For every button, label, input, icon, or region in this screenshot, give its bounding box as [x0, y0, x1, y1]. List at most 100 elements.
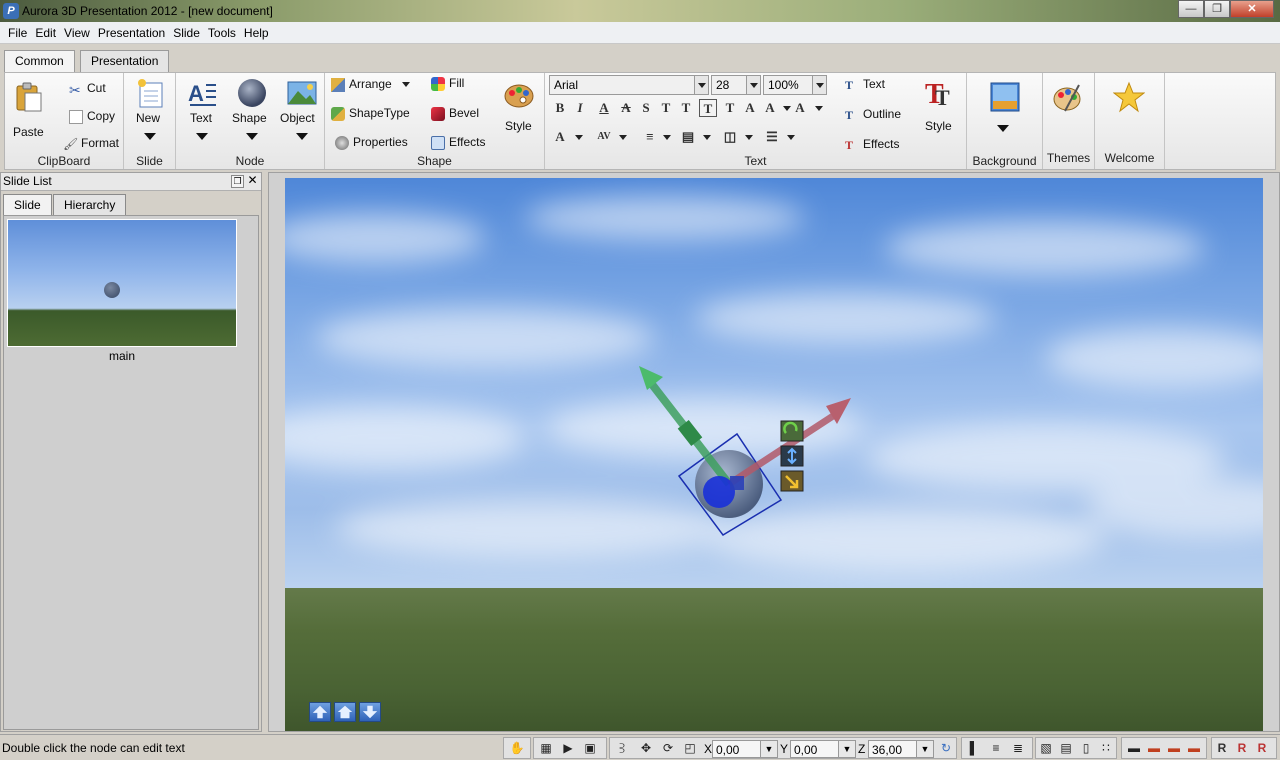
shadow-text-button[interactable]: S: [637, 99, 655, 117]
x-spin-button[interactable]: ▼: [760, 740, 778, 758]
menu-help[interactable]: Help: [240, 26, 273, 40]
properties-button[interactable]: Properties: [335, 135, 408, 150]
zoom-select[interactable]: 100%: [763, 75, 827, 95]
order-front-icon[interactable]: ▬: [1126, 740, 1142, 756]
subscript-button[interactable]: T: [677, 99, 695, 117]
char-spacing-button[interactable]: AV: [595, 128, 613, 146]
maximize-button[interactable]: ❐: [1204, 0, 1230, 18]
scale-icon[interactable]: ◰: [682, 740, 698, 756]
shape-style-button[interactable]: Style: [501, 77, 541, 137]
shapetype-button[interactable]: ShapeType: [331, 106, 410, 121]
3d-viewport[interactable]: [285, 178, 1263, 731]
shape-effects-button[interactable]: Effects: [431, 135, 485, 150]
minimize-button[interactable]: —: [1178, 0, 1204, 18]
y-spin-button[interactable]: ▼: [838, 740, 856, 758]
copy-button[interactable]: Copy: [69, 109, 115, 124]
menu-file[interactable]: File: [4, 26, 31, 40]
distribute-h-icon[interactable]: ▧: [1038, 740, 1054, 756]
chevron-down-icon[interactable]: [663, 135, 671, 140]
object-node-button[interactable]: Object: [280, 75, 324, 149]
superscript-button[interactable]: T: [657, 99, 675, 117]
transform-gizmo[interactable]: [285, 178, 1263, 731]
text-outline-button[interactable]: T Outline: [845, 107, 901, 122]
chevron-down-icon[interactable]: [619, 135, 627, 140]
menu-edit[interactable]: Edit: [31, 26, 60, 40]
tab-presentation[interactable]: Presentation: [80, 50, 170, 72]
z-spin-button[interactable]: ▼: [916, 740, 934, 758]
cut-button[interactable]: ✂ Cut: [69, 81, 106, 98]
text-case-button[interactable]: A: [741, 99, 759, 117]
columns-button[interactable]: ◫: [721, 128, 739, 146]
bevel-button[interactable]: Bevel: [431, 106, 479, 121]
hand-icon[interactable]: ✋: [509, 740, 525, 756]
chevron-down-icon[interactable]: [783, 106, 791, 111]
chevron-down-icon[interactable]: [787, 135, 795, 140]
center-icon[interactable]: ∷: [1098, 740, 1114, 756]
reset-rotation-icon[interactable]: R: [1234, 740, 1250, 756]
text-effects-button[interactable]: T Effects: [845, 137, 899, 152]
refresh-icon[interactable]: ↻: [938, 740, 954, 756]
line-spacing-button[interactable]: ≡: [641, 128, 659, 146]
order-backward-icon[interactable]: ▬: [1166, 740, 1182, 756]
order-back-icon[interactable]: ▬: [1186, 740, 1202, 756]
bullets-button[interactable]: ☰: [763, 128, 781, 146]
slideshow-icon[interactable]: ▦: [538, 740, 554, 756]
text-height-button[interactable]: T: [721, 99, 739, 117]
align-button[interactable]: ▤: [679, 128, 697, 146]
rotate-icon[interactable]: ⟳: [660, 740, 676, 756]
distribute-v-icon[interactable]: ▤: [1058, 740, 1074, 756]
font-grow-button[interactable]: A: [551, 128, 569, 146]
chevron-down-icon[interactable]: [703, 135, 711, 140]
record-icon[interactable]: ▣: [582, 740, 598, 756]
menu-view[interactable]: View: [60, 26, 94, 40]
close-button[interactable]: ✕: [1230, 0, 1274, 18]
chevron-down-icon[interactable]: [815, 106, 823, 111]
paste-button[interactable]: Paste: [9, 77, 49, 145]
outline-color-button[interactable]: A: [791, 99, 809, 117]
reset-position-icon[interactable]: R: [1214, 740, 1230, 756]
shape-node-button[interactable]: Shape: [230, 75, 274, 149]
tab-common[interactable]: Common: [4, 50, 75, 72]
chevron-down-icon[interactable]: [694, 76, 708, 94]
menu-tools[interactable]: Tools: [204, 26, 240, 40]
tab-hierarchy[interactable]: Hierarchy: [53, 194, 127, 215]
reset-scale-icon[interactable]: R: [1254, 740, 1270, 756]
next-slide-button[interactable]: [359, 702, 381, 722]
font-size-select[interactable]: 28: [711, 75, 761, 95]
themes-button[interactable]: [1051, 79, 1091, 139]
previous-slide-button[interactable]: [309, 702, 331, 722]
chevron-down-icon[interactable]: [745, 135, 753, 140]
move-icon[interactable]: ✥: [638, 740, 654, 756]
bold-button[interactable]: B: [551, 99, 569, 117]
font-family-select[interactable]: Arial: [549, 75, 709, 95]
slide-thumbnail[interactable]: [7, 219, 237, 347]
arrange-button[interactable]: Arrange: [331, 77, 410, 92]
home-slide-button[interactable]: [334, 702, 356, 722]
chevron-down-icon[interactable]: [812, 76, 826, 94]
format-painter-button[interactable]: 🖌 Format: [63, 136, 119, 151]
text-node-button[interactable]: A Text: [180, 75, 220, 149]
menu-presentation[interactable]: Presentation: [94, 26, 169, 40]
strikethrough-button[interactable]: A: [617, 99, 635, 117]
axis-icon[interactable]: ⫖: [614, 740, 630, 756]
menu-slide[interactable]: Slide: [169, 26, 204, 40]
chevron-down-icon[interactable]: [575, 135, 583, 140]
order-forward-icon[interactable]: ▬: [1146, 740, 1162, 756]
background-button[interactable]: [987, 79, 1027, 143]
close-panel-button[interactable]: ✕: [246, 174, 259, 188]
fill-button[interactable]: Fill: [431, 76, 464, 91]
chevron-down-icon[interactable]: [746, 76, 760, 94]
new-slide-button[interactable]: New: [130, 75, 170, 149]
text-box-button[interactable]: T: [699, 99, 717, 117]
text-style-button[interactable]: T T Style: [919, 77, 959, 137]
align-center-icon[interactable]: ≡: [988, 740, 1004, 756]
tab-slide[interactable]: Slide: [3, 194, 52, 215]
italic-button[interactable]: I: [571, 99, 589, 117]
same-size-icon[interactable]: ▯: [1078, 740, 1094, 756]
play-icon[interactable]: ▶: [560, 740, 576, 756]
welcome-button[interactable]: [1113, 79, 1153, 139]
font-color-button[interactable]: A: [761, 99, 779, 117]
underline-button[interactable]: A: [595, 99, 613, 117]
float-panel-button[interactable]: ❐: [231, 175, 244, 188]
align-right-icon[interactable]: ≣: [1010, 740, 1026, 756]
